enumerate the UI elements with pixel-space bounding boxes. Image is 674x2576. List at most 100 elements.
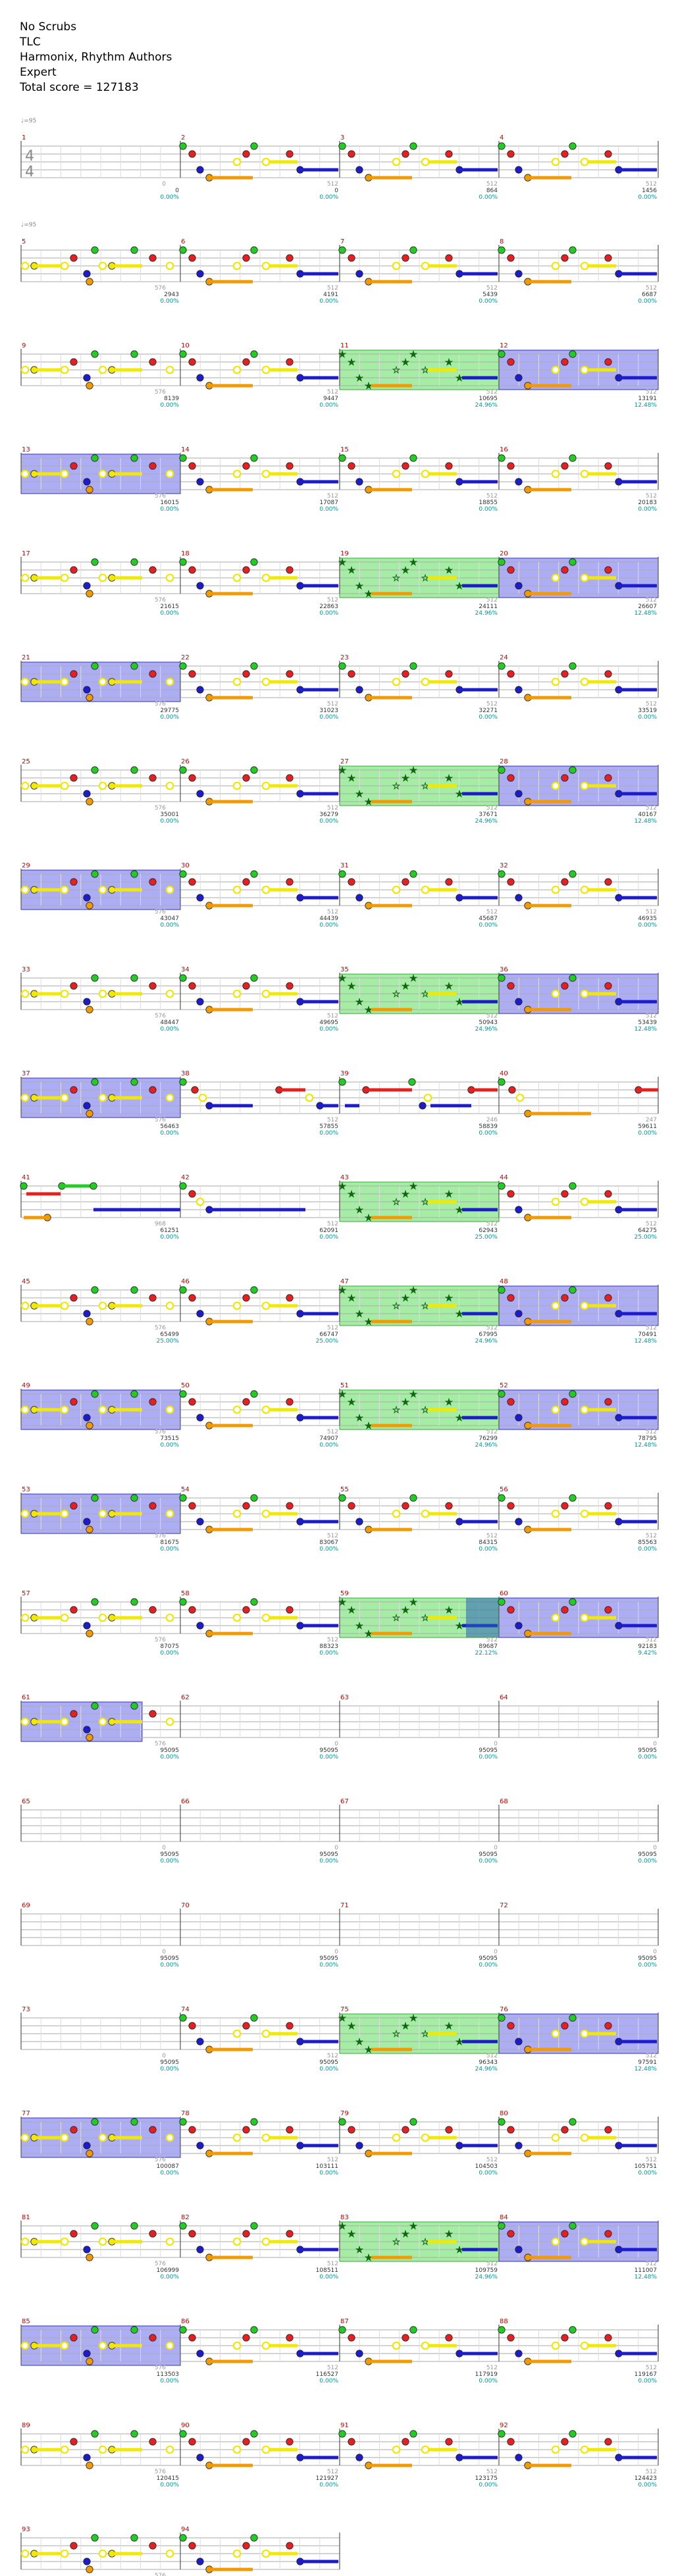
note-gem (365, 278, 373, 286)
note-gem (196, 374, 204, 382)
measure-number: 80 (500, 2110, 508, 2117)
beat-count: 576 (155, 389, 166, 396)
measure-score: 95095 (638, 1955, 657, 1962)
note-gem (305, 1093, 314, 1102)
note-gem (108, 2446, 116, 2454)
measure-score: 95095 (638, 1747, 657, 1754)
note-gem (70, 1398, 78, 1406)
measure-41: 41 968612510.00% (20, 1174, 180, 1241)
sustain-bar (621, 2144, 657, 2148)
note-gem (30, 1094, 38, 1102)
sustain-bar (462, 2144, 498, 2148)
beat-count: 246 (486, 1117, 498, 1123)
measure-number: 19 (340, 550, 349, 557)
measure-33: 33 576484470.00% (20, 966, 180, 1033)
measure-score: 124423 (635, 2475, 657, 2482)
note-gem (569, 766, 577, 774)
note-gem (551, 2445, 560, 2454)
note-gem (286, 878, 294, 886)
sp-percentage: 25.00% (635, 1234, 658, 1241)
note-gem (165, 365, 174, 374)
measure-number: 54 (181, 1486, 190, 1493)
measure-number: 50 (181, 1382, 190, 1389)
note-gem (507, 2022, 515, 2030)
measure-56: 56 512855630.00% (498, 1486, 659, 1553)
sustain-bar (428, 1304, 457, 1308)
note-gem (316, 1102, 324, 1110)
star-note: ☆ (392, 1405, 401, 1416)
measure-score: 53439 (638, 1019, 657, 1026)
note-gem (149, 774, 157, 782)
measure-13: 13 576160150.00% (20, 446, 181, 513)
note-gem (165, 2549, 174, 2558)
measure-19: 19 5122411124.96% (339, 550, 500, 617)
note-gem (20, 365, 30, 374)
sustain-bar (371, 1008, 412, 1012)
beat-count: 512 (327, 805, 338, 811)
note-gem (604, 462, 612, 470)
measure-28: 28 5124016712.48% (498, 758, 659, 825)
note-gem (108, 470, 116, 478)
sustain-bar (371, 2151, 412, 2155)
note-gem (165, 885, 174, 894)
note-gem (188, 2230, 196, 2238)
note-gem (507, 670, 515, 678)
sustain-bar (26, 1192, 61, 1196)
sustain-bar (621, 1208, 657, 1212)
note-gem (196, 2038, 204, 2046)
note-gem (296, 894, 304, 902)
sustain-bar (531, 592, 571, 596)
star-note: ☆ (392, 1197, 401, 1208)
beat-count: 512 (646, 1533, 657, 1539)
note-gem (86, 1734, 93, 1741)
note-gem (98, 1717, 107, 1726)
star-note: ★ (338, 1285, 347, 1296)
sustain-bar (587, 2136, 616, 2140)
note-gem (409, 2118, 417, 2126)
note-gem (409, 2326, 417, 2334)
note-gem (83, 2142, 91, 2150)
note-gem (179, 2118, 187, 2126)
note-gem (455, 686, 463, 694)
note-gem (355, 686, 363, 694)
note-gem (296, 2246, 304, 2254)
note-gem (91, 1286, 99, 1294)
measure-score: 84315 (479, 1539, 498, 1546)
measure-number: 35 (340, 966, 349, 973)
note-gem (242, 1606, 250, 1614)
note-gem (165, 2341, 174, 2350)
note-gem (250, 142, 258, 150)
measure-score: 864 (486, 188, 498, 194)
beat-count: 512 (646, 493, 657, 500)
note-gem (355, 894, 363, 902)
measure-score: 95095 (479, 1851, 498, 1858)
note-gem (250, 1286, 258, 1294)
note-gem (421, 2341, 430, 2350)
note-gem (188, 2438, 196, 2446)
sustain-bar (587, 1512, 616, 1516)
sustain-bar (428, 160, 457, 164)
note-gem (561, 878, 569, 886)
sp-percentage: 0.00% (479, 714, 498, 721)
note-gem (286, 2230, 294, 2238)
note-gem (232, 469, 242, 478)
note-gem (108, 574, 116, 582)
sustain-bar (303, 2144, 338, 2148)
note-gem (30, 470, 38, 478)
note-gem (561, 1606, 569, 1614)
measure-number: 73 (22, 2006, 30, 2013)
note-gem (83, 790, 91, 798)
note-gem (286, 774, 294, 782)
measure-number: 69 (22, 1902, 30, 1909)
measure-score: 95095 (160, 2059, 179, 2066)
beat-count: 247 (646, 1117, 657, 1123)
note-gem (108, 1302, 116, 1310)
note-gem (179, 2534, 187, 2542)
note-gem (149, 2334, 157, 2342)
star-note: ★ (348, 1605, 356, 1616)
note-gem (261, 365, 271, 374)
measure-score: 58839 (479, 1123, 498, 1130)
note-gem (20, 1717, 30, 1726)
note-gem (179, 2014, 187, 2022)
beat-count: 0 (162, 1845, 166, 1851)
